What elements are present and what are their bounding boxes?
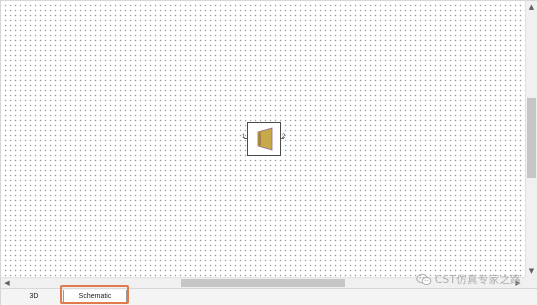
scroll-left-arrow-icon[interactable]: ◀ bbox=[1, 278, 13, 288]
tab-schematic[interactable]: Schematic bbox=[63, 290, 127, 304]
scroll-down-arrow-icon[interactable]: ▼ bbox=[526, 265, 537, 277]
horizontal-scroll-thumb[interactable] bbox=[181, 279, 345, 287]
tab-3d[interactable]: 3D bbox=[7, 290, 61, 304]
component-symbol-icon bbox=[257, 127, 273, 151]
vertical-scrollbar[interactable]: ▲ ▼ bbox=[525, 1, 537, 277]
scrollbar-corner bbox=[525, 277, 537, 288]
horizontal-scrollbar[interactable]: ◀ ▶ bbox=[1, 277, 525, 288]
port-2-label: 2 bbox=[282, 134, 286, 140]
scroll-up-arrow-icon[interactable]: ▲ bbox=[526, 1, 537, 13]
view-tab-bar: 3D Schematic bbox=[1, 288, 537, 305]
schematic-component-block[interactable] bbox=[247, 122, 281, 156]
schematic-window: 1 2 ▲ ▼ ◀ ▶ 3D Schematic CST仿真专家之路 bbox=[0, 0, 538, 305]
scroll-right-arrow-icon[interactable]: ▶ bbox=[512, 278, 524, 288]
vertical-scroll-thumb[interactable] bbox=[527, 98, 536, 178]
